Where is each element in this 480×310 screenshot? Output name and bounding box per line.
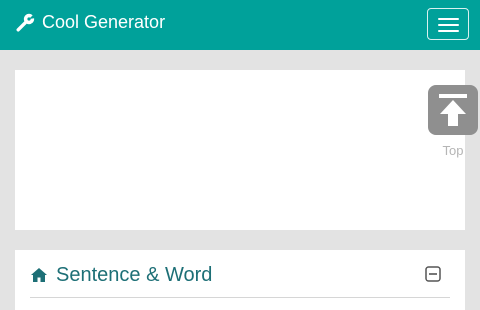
card-header: Sentence & Word — [30, 262, 212, 288]
wrench-icon — [16, 13, 36, 32]
menu-toggle-button[interactable] — [427, 8, 469, 40]
home-icon — [31, 268, 47, 282]
brand-title: Cool Generator — [42, 12, 166, 32]
scroll-to-top-button[interactable] — [428, 85, 478, 135]
card-title: Sentence & Word — [56, 264, 213, 286]
arrow-to-top-icon — [439, 94, 467, 126]
advertisement-area — [15, 70, 465, 230]
top-navbar: Cool Generator — [0, 0, 480, 50]
card-divider — [30, 297, 450, 298]
sentence-word-card: Sentence & Word — [15, 250, 465, 310]
minus-square-icon[interactable] — [425, 266, 441, 282]
scroll-to-top-label: Top — [442, 143, 464, 158]
brand-link[interactable]: Cool Generator — [16, 10, 165, 34]
